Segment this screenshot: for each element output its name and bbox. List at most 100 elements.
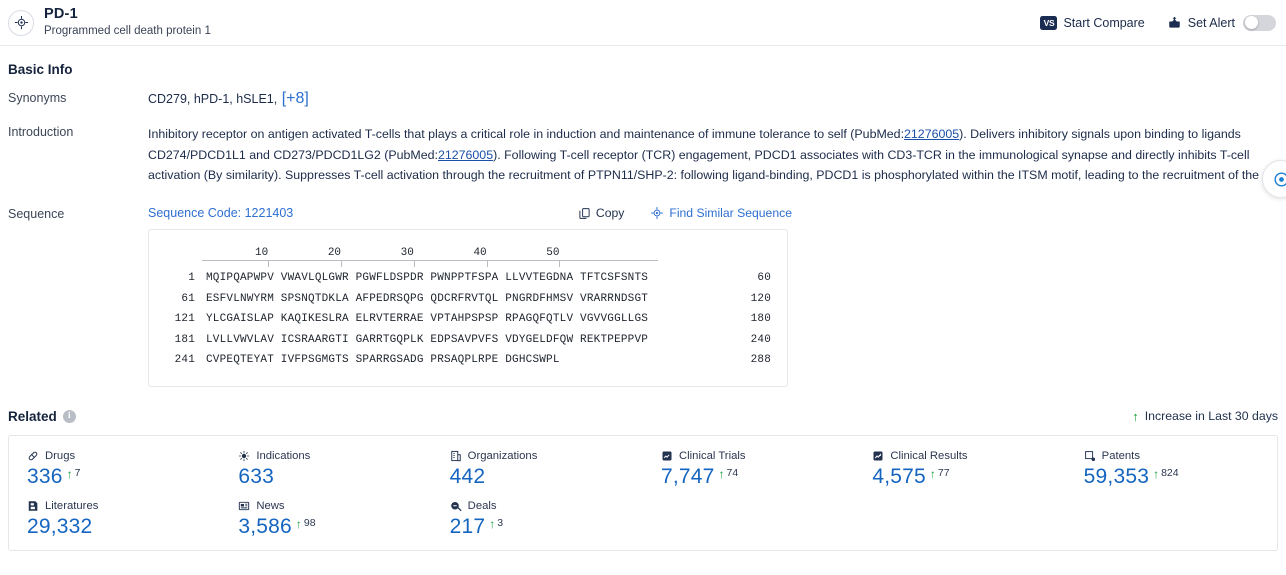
vs-icon: VS [1040, 15, 1058, 30]
sequence-line-end: 60 [757, 272, 771, 284]
card-value: 633 [238, 464, 274, 488]
card-delta-value: 3 [497, 516, 504, 529]
sequence-line-start: 61 [181, 292, 195, 305]
ruler-tick-label: 40 [473, 247, 487, 259]
floating-action-button[interactable] [1262, 160, 1286, 198]
sequence-code[interactable]: Sequence Code: 1221403 [148, 206, 293, 220]
related-card-clinical-results[interactable]: Clinical Results 4,575 ↑ 77 [854, 450, 1065, 490]
copy-sequence-button[interactable]: Copy [578, 206, 624, 220]
related-card-indications[interactable]: Indications 633 [220, 450, 431, 490]
related-card-drugs[interactable]: Drugs 336 ↑ 7 [9, 450, 220, 490]
card-value: 7,747 [660, 464, 715, 488]
card-header: Clinical Results [872, 450, 1051, 462]
target-crosshair-icon [650, 206, 664, 220]
header-actions: VS Start Compare Set Alert [1040, 14, 1276, 31]
synonyms-expand-link[interactable]: [+8] [282, 90, 309, 107]
introduction-label: Introduction [8, 125, 74, 139]
sequence-line-residues: ESFVLNWYRM SPSNQTDKLA AFPEDRSQPG QDCRFRV… [206, 292, 649, 305]
card-value: 217 [449, 514, 486, 538]
pubmed-link-2[interactable]: 21276005 [438, 148, 493, 162]
set-alert-label: Set Alert [1187, 15, 1235, 30]
card-header: Clinical Trials [661, 450, 840, 462]
card-delta-value: 74 [726, 466, 739, 479]
sequence-ruler: 10 20 30 40 50 [202, 243, 658, 267]
card-value: 3,586 [238, 514, 292, 538]
card-label: Clinical Trials [678, 449, 746, 462]
introduction-text: Inhibitory receptor on antigen activated… [148, 124, 1286, 186]
synonyms-value: CD279, hPD-1, hSLE1, [148, 92, 278, 106]
building-icon [450, 450, 462, 462]
sequence-line-end: 288 [750, 354, 771, 366]
pubmed-link-1[interactable]: 21276005 [904, 127, 959, 141]
related-card-organizations[interactable]: Organizations 442 [432, 450, 643, 490]
sequence-row: Sequence Sequence Code: 1221403 Copy Fin… [0, 206, 1286, 387]
synonyms-label: Synonyms [8, 91, 67, 105]
card-value-row: 3,586 ↑ 98 [238, 514, 417, 540]
card-label: News [256, 499, 285, 512]
set-alert-toggle[interactable] [1243, 14, 1276, 31]
card-delta: ↑ 824 [1153, 464, 1179, 481]
card-value: 59,353 [1083, 464, 1150, 488]
clipboard-trial-icon [661, 450, 673, 462]
ruler-tick-label: 20 [327, 247, 342, 259]
related-cards-grid: Drugs 336 ↑ 7 Indications 633 Organizations 442… [8, 434, 1278, 551]
ruler-tick [413, 260, 415, 267]
ruler-tick-label: 30 [400, 247, 414, 259]
ruler-baseline [202, 260, 658, 261]
copy-icon [578, 207, 591, 220]
card-header: Organizations [450, 450, 629, 462]
related-bar: Related i ↑ Increase in Last 30 days [0, 409, 1286, 424]
card-label: Deals [467, 499, 497, 512]
card-value-row: 217 ↑ 3 [450, 514, 629, 540]
card-value-row: 442 [450, 464, 629, 490]
find-similar-sequence-button[interactable]: Find Similar Sequence [650, 206, 792, 220]
card-delta: ↑ 3 [489, 514, 503, 531]
card-value-row: 7,747 ↑ 74 [661, 464, 840, 490]
card-delta: ↑ 98 [296, 514, 316, 531]
ruler-tick [268, 260, 270, 267]
card-delta: ↑ 7 [67, 464, 81, 481]
set-alert-button[interactable]: Set Alert [1167, 14, 1276, 31]
sequence-lines: 1 MQIPQAPWPV VWAVLQLGWR PGWFLDSPDR PWNPPT… [165, 270, 771, 370]
page-header: PD-1 Programmed cell death protein 1 VS … [0, 0, 1286, 46]
card-value-row: 4,575 ↑ 77 [872, 464, 1051, 490]
patent-doc-icon [1084, 450, 1096, 462]
literature-book-icon [27, 500, 39, 512]
related-card-clinical-trials[interactable]: Clinical Trials 7,747 ↑ 74 [643, 450, 854, 490]
sequence-line-end: 240 [750, 333, 771, 346]
sequence-line: 1 MQIPQAPWPV VWAVLQLGWR PGWFLDSPDR PWNPPT… [165, 270, 771, 288]
related-heading: Related [8, 408, 57, 424]
arrow-up-icon: ↑ [718, 466, 725, 481]
sequence-tools: Copy Find Similar Sequence [578, 206, 1286, 220]
card-label: Organizations [467, 449, 538, 462]
copy-label: Copy [595, 206, 625, 220]
related-card-deals[interactable]: Deals 217 ↑ 3 [432, 500, 643, 540]
related-card-news[interactable]: News 3,586 ↑ 98 [220, 500, 431, 540]
chart-results-icon [872, 450, 884, 462]
card-header: Patents [1084, 450, 1263, 462]
arrow-up-icon: ↑ [295, 516, 302, 531]
related-card-literatures[interactable]: Literatures 29,332 [9, 500, 220, 540]
card-value: 336 [27, 464, 63, 488]
card-header: Drugs [27, 450, 206, 462]
info-icon[interactable]: i [62, 409, 76, 423]
sequence-line-end: 180 [750, 313, 771, 325]
sequence-box: 10 20 30 40 50 1 MQIPQAPWPV VWAVLQLGWR PGWFLD… [148, 229, 788, 387]
page-subtitle: Programmed cell death protein 1 [44, 24, 211, 37]
increase-legend: ↑ Increase in Last 30 days [1132, 409, 1278, 423]
card-delta-value: 98 [303, 516, 316, 529]
ruler-tick [559, 260, 561, 267]
start-compare-button[interactable]: VS Start Compare [1040, 15, 1145, 30]
related-card-patents[interactable]: Patents 59,353 ↑ 824 [1066, 450, 1277, 490]
sequence-line-end: 120 [750, 292, 771, 305]
card-value-row: 29,332 [27, 514, 206, 540]
card-label: Drugs [45, 449, 76, 462]
card-label: Literatures [45, 499, 99, 512]
page-title: PD-1 [44, 5, 78, 22]
sequence-line-start: 181 [174, 333, 195, 346]
card-delta: ↑ 77 [930, 464, 950, 481]
basic-info-heading: Basic Info [8, 62, 73, 77]
sequence-header: Sequence Code: 1221403 Copy Find Similar… [148, 206, 1286, 220]
card-value: 442 [449, 464, 486, 488]
card-delta-value: 77 [937, 466, 950, 479]
